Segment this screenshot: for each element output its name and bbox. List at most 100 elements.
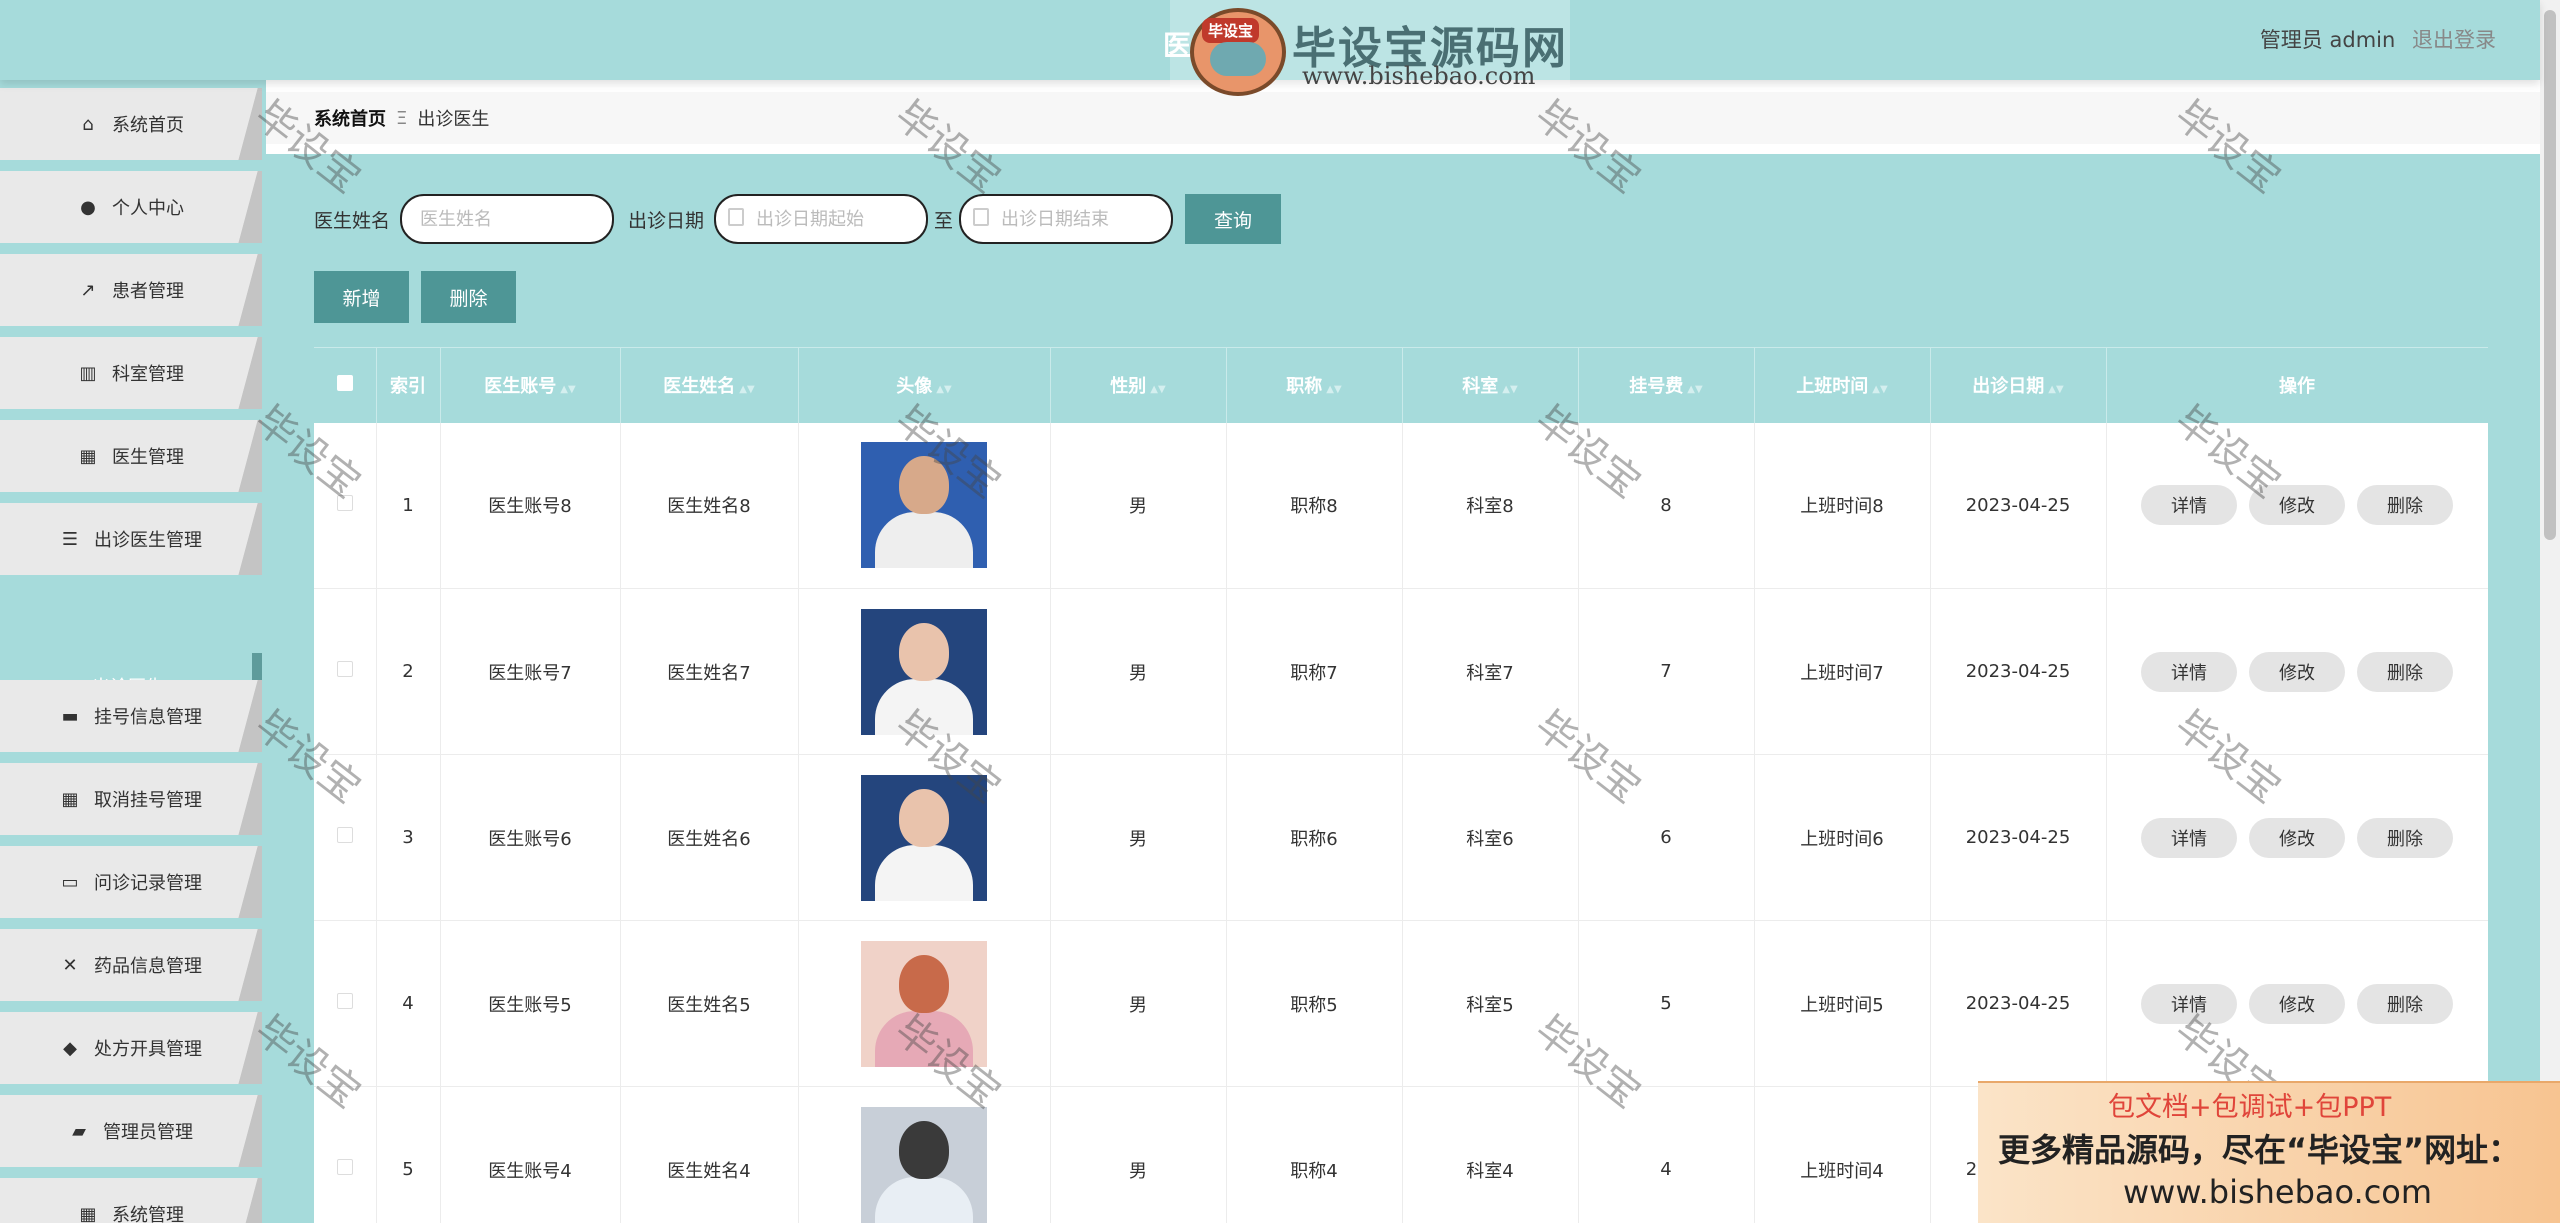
cell-index: 3 (376, 754, 441, 921)
column-header[interactable]: 性别 ▲▼ (1050, 347, 1227, 423)
row-checkbox[interactable] (336, 827, 353, 843)
sidebar-item-3[interactable]: ▥ 科室管理 (0, 337, 262, 409)
sort-icon[interactable]: ▲▼ (1687, 384, 1702, 395)
detail-button[interactable]: 详情 (2141, 485, 2237, 526)
cell-dept: 科室6 (1402, 754, 1579, 921)
visit-date-label: 出诊日期 (628, 209, 705, 232)
sidebar-item-4[interactable]: ▦ 医生管理 (0, 420, 262, 492)
batch-delete-button[interactable]: 删除 (421, 271, 516, 323)
sort-icon[interactable]: ▲▼ (1326, 384, 1341, 395)
sidebar-item-5[interactable]: ☰ 出诊医生管理 (0, 503, 262, 575)
edit-button[interactable]: 修改 (2249, 817, 2345, 858)
sort-icon[interactable]: ▲▼ (1150, 384, 1165, 395)
chart-icon: ↗ (80, 279, 96, 301)
cell-name: 医生姓名6 (620, 754, 799, 921)
cell-name: 医生姓名8 (620, 422, 799, 589)
sidebar-item-8[interactable]: ▭ 问诊记录管理 (0, 846, 262, 918)
page-scrollbar[interactable] (2540, 0, 2560, 1223)
table-row: 4 医生账号5 医生姓名5 男职称5 科室5 5 上班时间5 2023-04-25 详情 修改 删除 (314, 920, 2488, 1087)
sort-icon[interactable]: ▲▼ (2048, 384, 2063, 395)
doctor-avatar (861, 1106, 987, 1223)
cell-title: 职称5 (1226, 920, 1403, 1087)
detail-button[interactable]: 详情 (2141, 651, 2237, 692)
column-header[interactable]: 出诊日期 ▲▼ (1930, 347, 2107, 423)
row-checkbox[interactable] (336, 993, 353, 1009)
clipboard-icon: ✕ (62, 954, 78, 976)
cell-work_time: 上班时间5 (1754, 920, 1931, 1087)
column-header[interactable]: 上班时间 ▲▼ (1754, 347, 1931, 423)
cell-dept: 科室4 (1402, 1086, 1579, 1223)
grid-icon: ▦ (79, 445, 97, 467)
sort-icon[interactable]: ▲▼ (1872, 384, 1887, 395)
date-start-picker[interactable] (714, 194, 929, 244)
column-header[interactable]: 医生账号 ▲▼ (440, 347, 621, 423)
sidebar-item-11[interactable]: ▰ 管理员管理 (0, 1095, 262, 1167)
row-select-cell (314, 754, 377, 921)
cell-work_time: 上班时间7 (1754, 588, 1931, 755)
avatar-cell (798, 1086, 1051, 1223)
sidebar-item-label: 出诊医生管理 (94, 530, 202, 551)
detail-button[interactable]: 详情 (2141, 817, 2237, 858)
column-header[interactable]: 医生姓名 ▲▼ (620, 347, 799, 423)
cell-fee: 4 (1578, 1086, 1755, 1223)
doctor-avatar (861, 442, 987, 569)
home-icon: ⌂ (82, 113, 94, 135)
date-start-input[interactable] (714, 194, 929, 244)
edit-button[interactable]: 修改 (2249, 485, 2345, 526)
delete-button[interactable]: 删除 (2357, 817, 2453, 858)
add-button[interactable]: 新增 (314, 271, 409, 323)
sidebar-item-label: 挂号信息管理 (94, 707, 202, 728)
row-checkbox[interactable] (336, 661, 353, 677)
column-header[interactable]: 头像 ▲▼ (798, 347, 1051, 423)
edit-button[interactable]: 修改 (2249, 651, 2345, 692)
sort-icon[interactable]: ▲▼ (560, 384, 575, 395)
monitor-icon: ▭ (61, 871, 79, 893)
sidebar-item-1[interactable]: ● 个人中心 (0, 171, 262, 243)
calendar-icon (728, 208, 745, 226)
sidebar-item-10[interactable]: ◆ 处方开具管理 (0, 1012, 262, 1084)
row-checkbox[interactable] (336, 494, 353, 511)
sort-icon[interactable]: ▲▼ (936, 384, 951, 395)
user-name: admin (2329, 28, 2396, 52)
sidebar-item-6[interactable]: ▬ 挂号信息管理 (0, 680, 262, 752)
promo-line-3: www.bishebao.com (2123, 1173, 2433, 1211)
sidebar-item-label: 科室管理 (112, 364, 184, 385)
cell-name: 医生姓名7 (620, 588, 799, 755)
sort-icon[interactable]: ▲▼ (739, 384, 754, 395)
cell-date: 2023-04-25 (1930, 422, 2107, 589)
column-header-label: 医生姓名 (663, 376, 736, 398)
sort-icon[interactable]: ▲▼ (1502, 384, 1517, 395)
sidebar-item-0[interactable]: ⌂ 系统首页 (0, 88, 262, 160)
doctor-name-input[interactable] (400, 194, 615, 244)
query-button[interactable]: 查询 (1185, 194, 1282, 244)
sidebar-item-9[interactable]: ✕ 药品信息管理 (0, 929, 262, 1001)
cell-account: 医生账号6 (440, 754, 621, 921)
calendar-icon (973, 208, 990, 226)
detail-button[interactable]: 详情 (2141, 983, 2237, 1024)
date-end-input[interactable] (959, 194, 1174, 244)
sidebar-item-2[interactable]: ↗ 患者管理 (0, 254, 262, 326)
cell-fee: 6 (1578, 754, 1755, 921)
scrollbar-thumb[interactable] (2544, 10, 2556, 540)
row-select-cell (314, 1086, 377, 1223)
edit-button[interactable]: 修改 (2249, 983, 2345, 1024)
table-row: 3 医生账号6 医生姓名6 男职称6 科室6 6 上班时间6 2023-04-25 详情 修改 删除 (314, 754, 2488, 921)
column-header[interactable]: 挂号费 ▲▼ (1578, 347, 1755, 423)
sidebar-item-12[interactable]: ▦ 系统管理 (0, 1178, 262, 1223)
column-header[interactable]: 职称 ▲▼ (1226, 347, 1403, 423)
breadcrumb-home[interactable]: 系统首页 (314, 105, 386, 131)
delete-button[interactable]: 删除 (2357, 651, 2453, 692)
row-select-cell (314, 588, 377, 755)
row-checkbox[interactable] (336, 1159, 353, 1175)
cell-account: 医生账号8 (440, 422, 621, 589)
row-select-cell (314, 422, 377, 589)
date-end-picker[interactable] (959, 194, 1174, 244)
logout-link[interactable]: 退出登录 (2412, 28, 2496, 52)
building-icon: ▥ (79, 362, 97, 384)
select-all-checkbox[interactable] (336, 374, 353, 391)
delete-button[interactable]: 删除 (2357, 983, 2453, 1024)
sidebar-item-7[interactable]: ▦ 取消挂号管理 (0, 763, 262, 835)
cell-date: 2023-04-25 (1930, 754, 2107, 921)
delete-button[interactable]: 删除 (2357, 485, 2453, 526)
column-header[interactable]: 科室 ▲▼ (1402, 347, 1579, 423)
